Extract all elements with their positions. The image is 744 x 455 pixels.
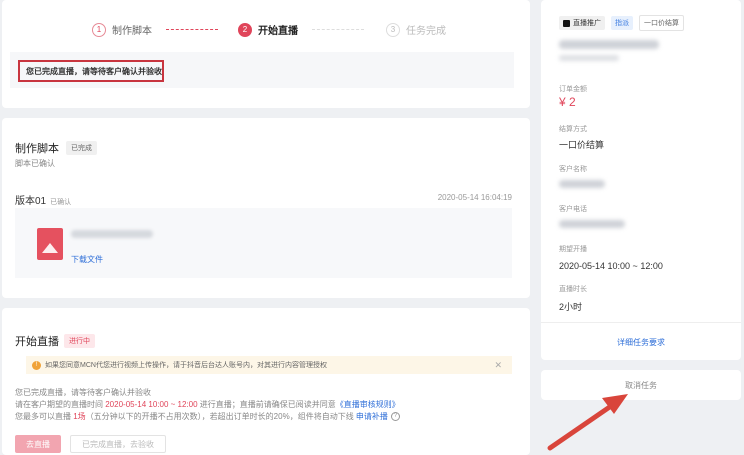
type-tag: 指派 [611, 16, 633, 30]
field-label: 订单金额 [559, 86, 587, 93]
order-subtitle-redacted [559, 55, 619, 61]
step-connector [166, 29, 218, 30]
status-badge: 进行中 [64, 334, 95, 348]
close-icon[interactable]: ✕ [494, 360, 502, 371]
section-title: 制作脚本 [15, 143, 59, 155]
warning-banner: ! 如果您同意MCN代您进行视频上传操作，请于抖音后台达人账号内，对其进行内容管… [26, 356, 512, 374]
info-line: 请在客户期望的直播时间 2020-05-14 10:00 ~ 12:00 进行直… [15, 400, 400, 409]
file-name-redacted [71, 230, 153, 238]
step-script: 1 制作脚本 [92, 22, 152, 37]
duration-value: 2小时 [559, 302, 583, 312]
main-panel: 1 制作脚本 2 开始直播 3 任务完成 您已完成直播，请等待客户确认并验收 制… [2, 0, 530, 455]
douyin-icon [563, 19, 570, 27]
field-label: 直播时长 [559, 286, 587, 293]
step-live: 2 开始直播 [238, 22, 298, 37]
step-connector [312, 29, 364, 30]
step-complete: 3 任务完成 [386, 22, 446, 37]
order-tags: 直播推广 指派 一口价结算 [559, 15, 684, 31]
step-label: 任务完成 [406, 26, 446, 37]
warning-icon: ! [32, 360, 41, 370]
client-name-redacted [559, 180, 605, 188]
platform-tag: 直播推广 [559, 16, 605, 30]
status-notice: 您已完成直播，请等待客户确认并验收 [18, 60, 164, 82]
order-title-redacted [559, 40, 659, 49]
live-rules-link[interactable]: 《直播审核规则》 [336, 400, 400, 409]
expected-time: 2020-05-14 10:00 ~ 12:00 [105, 400, 198, 409]
info-line: 您最多可以直播 1场（五分钟以下的开播不占用次数），若超出订单时长的20%，组件… [15, 411, 400, 422]
file-attachment: 下载文件 [15, 208, 512, 278]
image-file-icon [37, 228, 63, 260]
live-section: 开始直播 进行中 ! 如果您同意MCN代您进行视频上传操作，请于抖音后台达人账号… [2, 308, 530, 455]
apply-replay-link[interactable]: 申请补播 [356, 412, 388, 421]
live-done-button[interactable]: 已完成直播，去验收 [70, 435, 166, 453]
version-timestamp: 2020-05-14 16:04:19 [437, 193, 512, 202]
order-sidebar: 直播推广 指派 一口价结算 订单金额 ¥ 2 结算方式 一口价结算 客户名称 客… [541, 0, 741, 455]
step-number: 1 [92, 22, 106, 37]
field-label: 结算方式 [559, 126, 587, 133]
annotation-arrow-icon [547, 394, 628, 451]
settle-tag: 一口价结算 [639, 15, 684, 31]
progress-steps-card: 1 制作脚本 2 开始直播 3 任务完成 您已完成直播，请等待客户确认并验收 [2, 0, 530, 108]
order-amount: ¥ 2 [559, 95, 576, 109]
task-details-link[interactable]: 详细任务要求 [541, 337, 741, 348]
script-section: 制作脚本 已完成 脚本已确认 版本01 已确认 2020-05-14 16:04:… [2, 118, 530, 298]
info-line: 您已完成直播，请等待客户确认并验收 [15, 388, 151, 397]
client-phone-redacted [559, 220, 625, 228]
field-label: 客户电话 [559, 206, 587, 213]
download-file-link[interactable]: 下载文件 [71, 254, 103, 265]
step-label: 制作脚本 [112, 26, 152, 37]
divider [541, 322, 741, 323]
settle-value: 一口价结算 [559, 140, 605, 150]
step-number: 2 [238, 22, 252, 37]
step-label: 开始直播 [258, 26, 298, 37]
section-title: 开始直播 [15, 336, 59, 348]
version-label: 版本01 已确认 [15, 196, 72, 207]
go-live-button[interactable]: 去直播 [15, 435, 61, 453]
section-subtitle: 脚本已确认 [15, 159, 55, 168]
step-number: 3 [386, 22, 400, 37]
status-badge: 已完成 [66, 141, 97, 155]
field-label: 客户名称 [559, 166, 587, 173]
warning-text: 如果您同意MCN代您进行视频上传操作，请于抖音后台达人账号内，对其进行内容管理授… [45, 362, 327, 369]
field-label: 期望开播 [559, 246, 587, 253]
expected-time-value: 2020-05-14 10:00 ~ 12:00 [559, 261, 663, 271]
help-icon[interactable]: ? [390, 412, 400, 422]
order-info-card: 直播推广 指派 一口价结算 订单金额 ¥ 2 结算方式 一口价结算 客户名称 客… [541, 0, 741, 360]
